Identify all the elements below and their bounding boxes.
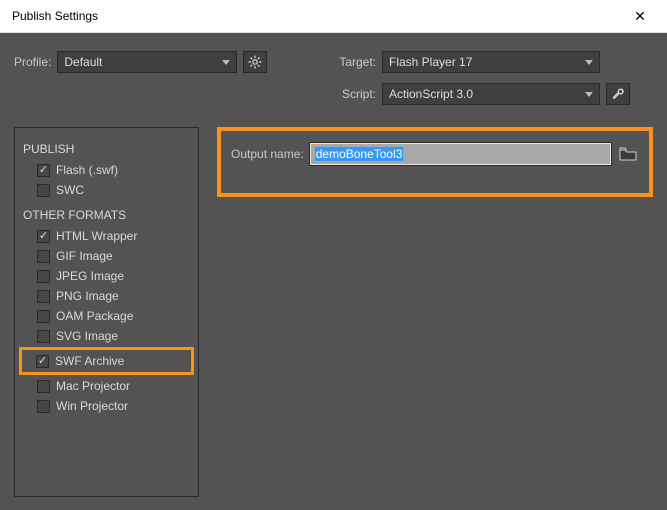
- format-label: Mac Projector: [56, 379, 130, 393]
- format-gif-image[interactable]: GIF Image: [23, 246, 190, 266]
- wrench-icon: [611, 87, 625, 101]
- script-settings-button[interactable]: [606, 83, 630, 105]
- format-swc[interactable]: SWC: [23, 180, 190, 200]
- format-flash-swf[interactable]: Flash (.swf): [23, 160, 190, 180]
- target-dropdown[interactable]: Flash Player 17: [382, 51, 600, 73]
- chevron-down-icon: [585, 60, 593, 65]
- profile-label: Profile:: [14, 55, 51, 69]
- format-label: GIF Image: [56, 249, 113, 263]
- checkbox-icon: [37, 164, 50, 177]
- target-label: Target:: [332, 55, 376, 69]
- checkbox-icon: [37, 230, 50, 243]
- format-oam-package[interactable]: OAM Package: [23, 306, 190, 326]
- output-name-value: demoBoneTool3: [315, 147, 404, 161]
- profile-options-button[interactable]: [243, 51, 267, 73]
- format-label: SWC: [56, 183, 84, 197]
- target-row: Target: Flash Player 17: [332, 51, 630, 73]
- format-label: OAM Package: [56, 309, 133, 323]
- chevron-down-icon: [222, 60, 230, 65]
- format-win-projector[interactable]: Win Projector: [23, 396, 190, 416]
- checkbox-icon: [37, 400, 50, 413]
- format-label: JPEG Image: [56, 269, 124, 283]
- format-label: HTML Wrapper: [56, 229, 137, 243]
- folder-icon: [619, 147, 637, 161]
- right-settings: Target: Flash Player 17 Script: ActionSc…: [332, 51, 630, 105]
- checkbox-icon: [36, 355, 49, 368]
- close-icon[interactable]: ✕: [625, 8, 655, 25]
- script-dropdown[interactable]: ActionScript 3.0: [382, 83, 600, 105]
- other-formats-header: OTHER FORMATS: [23, 208, 190, 222]
- top-row: Profile: Default: [14, 51, 653, 105]
- output-label: Output name:: [231, 147, 304, 161]
- gear-icon: [248, 55, 262, 69]
- format-label: Win Projector: [56, 399, 128, 413]
- profile-group: Profile: Default: [14, 51, 314, 73]
- format-html-wrapper[interactable]: HTML Wrapper: [23, 226, 190, 246]
- format-jpeg-image[interactable]: JPEG Image: [23, 266, 190, 286]
- checkbox-icon: [37, 310, 50, 323]
- swf-archive-highlight: SWF Archive: [19, 347, 194, 375]
- checkbox-icon: [37, 330, 50, 343]
- format-label: SWF Archive: [55, 354, 124, 368]
- chevron-down-icon: [585, 92, 593, 97]
- titlebar: Publish Settings ✕: [0, 0, 667, 33]
- format-mac-projector[interactable]: Mac Projector: [23, 376, 190, 396]
- publish-settings-dialog: Publish Settings ✕ Profile: Default: [0, 0, 667, 510]
- window-title: Publish Settings: [12, 9, 98, 23]
- format-label: Flash (.swf): [56, 163, 118, 177]
- publish-header: PUBLISH: [23, 142, 190, 156]
- checkbox-icon: [37, 290, 50, 303]
- checkbox-icon: [37, 270, 50, 283]
- checkbox-icon: [37, 380, 50, 393]
- content-area: Output name: demoBoneTool3: [217, 127, 653, 497]
- checkbox-icon: [37, 250, 50, 263]
- format-label: PNG Image: [56, 289, 119, 303]
- script-value: ActionScript 3.0: [389, 87, 473, 101]
- format-svg-image[interactable]: SVG Image: [23, 326, 190, 346]
- target-value: Flash Player 17: [389, 55, 472, 69]
- output-name-input[interactable]: demoBoneTool3: [310, 143, 611, 165]
- format-label: SVG Image: [56, 329, 118, 343]
- script-row: Script: ActionScript 3.0: [332, 83, 630, 105]
- profile-dropdown[interactable]: Default: [57, 51, 237, 73]
- main-area: PUBLISH Flash (.swf) SWC OTHER FORMATS H…: [14, 127, 653, 497]
- checkbox-icon: [37, 184, 50, 197]
- format-png-image[interactable]: PNG Image: [23, 286, 190, 306]
- format-sidebar: PUBLISH Flash (.swf) SWC OTHER FORMATS H…: [14, 127, 199, 497]
- format-swf-archive[interactable]: SWF Archive: [34, 351, 189, 371]
- script-label: Script:: [332, 87, 376, 101]
- browse-button[interactable]: [617, 145, 639, 164]
- dialog-body: Profile: Default: [0, 33, 667, 510]
- profile-value: Default: [64, 55, 102, 69]
- output-highlight: Output name: demoBoneTool3: [217, 127, 653, 197]
